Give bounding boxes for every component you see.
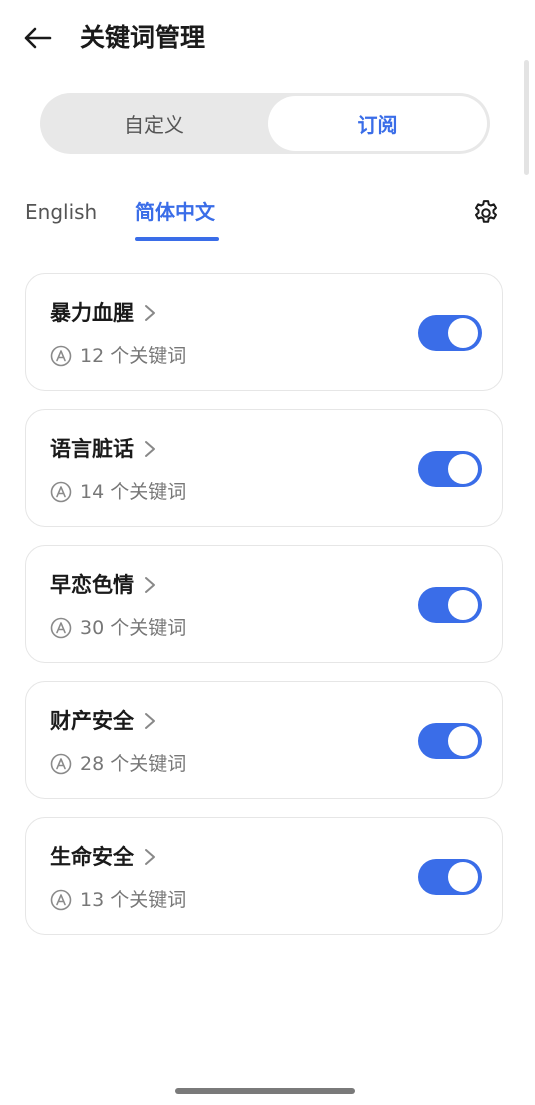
keyword-count: 12 个关键词 — [50, 342, 186, 370]
category-toggle[interactable] — [418, 859, 482, 895]
back-button[interactable] — [18, 20, 56, 56]
category-card[interactable]: 生命安全 13 个关键词 — [25, 817, 503, 935]
segmented-control: 自定义 订阅 — [40, 93, 490, 154]
keyword-count-value: 13 — [80, 889, 105, 911]
gear-icon — [475, 200, 497, 223]
keyword-count-suffix: 个关键词 — [110, 481, 187, 503]
auto-icon — [50, 753, 72, 775]
segment-custom[interactable]: 自定义 — [43, 96, 265, 151]
category-card[interactable]: 暴力血腥 12 个关键词 — [25, 273, 503, 391]
keyword-count-suffix: 个关键词 — [110, 753, 187, 775]
category-title: 财产安全 — [50, 709, 134, 733]
category-card[interactable]: 财产安全 28 个关键词 — [25, 681, 503, 799]
toggle-knob — [448, 726, 478, 756]
category-toggle[interactable] — [418, 451, 482, 487]
chevron-right-icon — [144, 304, 156, 322]
toggle-knob — [448, 590, 478, 620]
category-title: 生命安全 — [50, 845, 134, 869]
keyword-count: 28 个关键词 — [50, 750, 186, 778]
category-toggle[interactable] — [418, 723, 482, 759]
tab-english[interactable]: English — [25, 196, 97, 228]
category-card[interactable]: 语言脏话 14 个关键词 — [25, 409, 503, 527]
keyword-count-suffix: 个关键词 — [110, 889, 187, 911]
tab-active-indicator — [135, 237, 219, 241]
category-title-link[interactable]: 暴力血腥 — [50, 298, 156, 328]
toggle-knob — [448, 862, 478, 892]
language-tabs: English 简体中文 — [25, 190, 515, 246]
keyword-count: 30 个关键词 — [50, 614, 186, 642]
category-toggle[interactable] — [418, 587, 482, 623]
category-title: 语言脏话 — [50, 437, 134, 461]
auto-icon — [50, 481, 72, 503]
scrollbar[interactable] — [524, 60, 529, 175]
category-title-link[interactable]: 财产安全 — [50, 706, 156, 736]
keyword-count-suffix: 个关键词 — [110, 345, 187, 367]
category-toggle[interactable] — [418, 315, 482, 351]
keyword-count: 14 个关键词 — [50, 478, 186, 506]
back-arrow-icon — [24, 27, 52, 49]
category-title-link[interactable]: 语言脏话 — [50, 434, 156, 464]
settings-button[interactable] — [469, 196, 503, 230]
category-title: 早恋色情 — [50, 573, 134, 597]
keyword-count-suffix: 个关键词 — [110, 617, 187, 639]
chevron-right-icon — [144, 848, 156, 866]
segment-subscribe[interactable]: 订阅 — [268, 96, 487, 151]
chevron-right-icon — [144, 440, 156, 458]
category-card[interactable]: 早恋色情 30 个关键词 — [25, 545, 503, 663]
tab-simplified-chinese[interactable]: 简体中文 — [135, 196, 215, 228]
toggle-knob — [448, 454, 478, 484]
page-title: 关键词管理 — [80, 23, 206, 52]
auto-icon — [50, 617, 72, 639]
category-title-link[interactable]: 生命安全 — [50, 842, 156, 872]
chevron-right-icon — [144, 576, 156, 594]
auto-icon — [50, 889, 72, 911]
category-title: 暴力血腥 — [50, 301, 134, 325]
keyword-count-value: 28 — [80, 753, 105, 775]
category-title-link[interactable]: 早恋色情 — [50, 570, 156, 600]
keyword-count-value: 14 — [80, 481, 105, 503]
home-indicator[interactable] — [175, 1088, 355, 1094]
header-bar: 关键词管理 — [0, 0, 535, 76]
keyword-count: 13 个关键词 — [50, 886, 186, 914]
keyword-count-value: 12 — [80, 345, 105, 367]
chevron-right-icon — [144, 712, 156, 730]
auto-icon — [50, 345, 72, 367]
keyword-count-value: 30 — [80, 617, 105, 639]
toggle-knob — [448, 318, 478, 348]
